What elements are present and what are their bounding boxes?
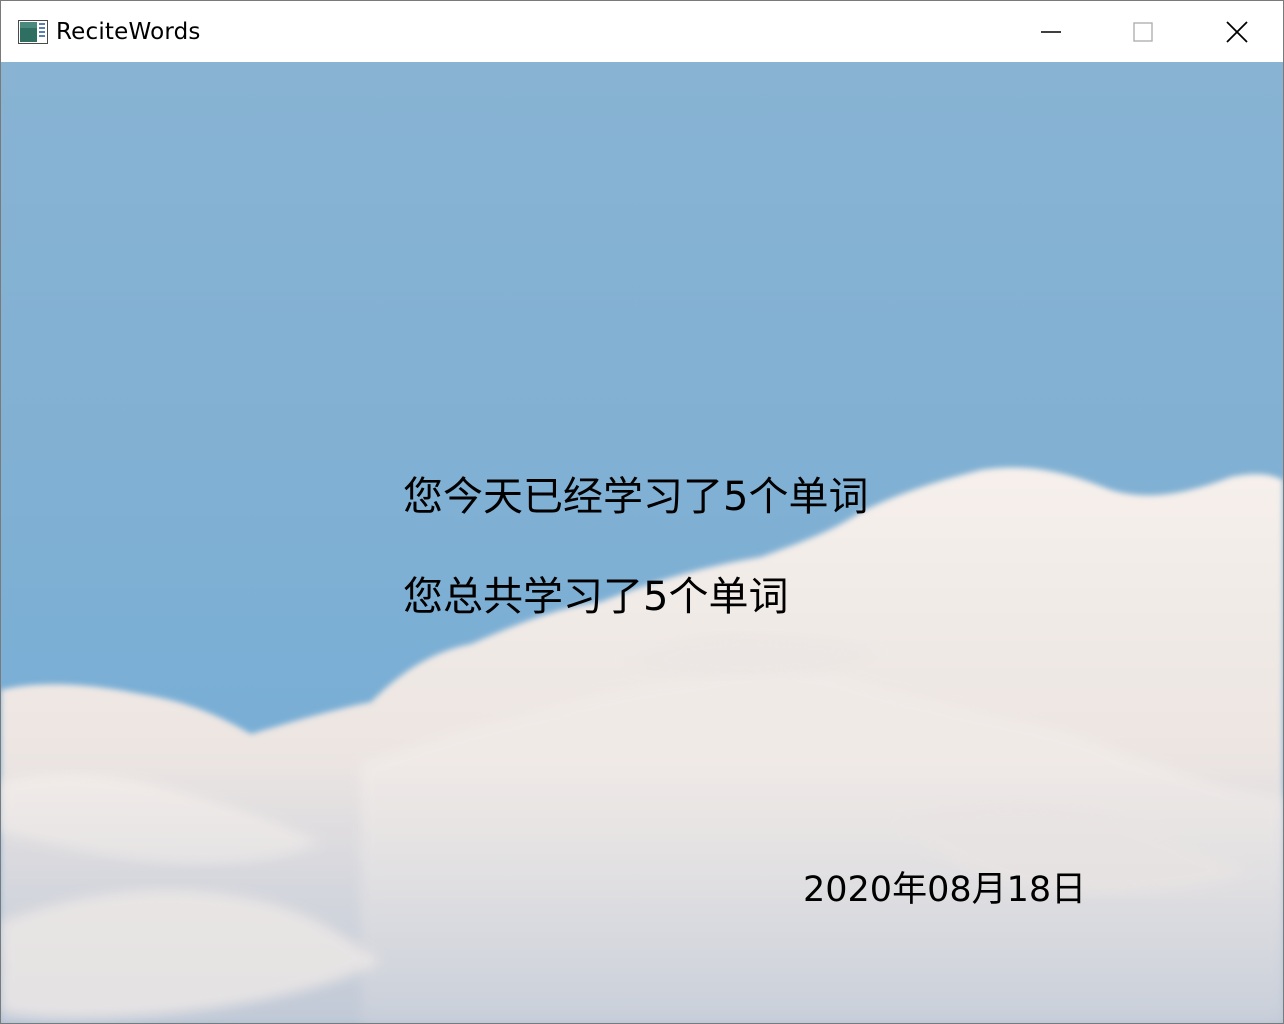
total-learned-text: 您总共学习了5个单词: [403, 574, 789, 620]
app-icon: [18, 20, 48, 44]
minimize-button[interactable]: [1005, 1, 1097, 62]
maximize-icon: [1133, 21, 1153, 42]
title-bar[interactable]: ReciteWords: [1, 1, 1283, 62]
current-date-text: 2020年08月18日: [803, 870, 1087, 910]
recite-words-window: ReciteWords 您今天已经学习了5个单词 您总共学习了5个单词 2020…: [0, 0, 1284, 1024]
today-learned-text: 您今天已经学习了5个单词: [403, 474, 869, 520]
main-panel: 您今天已经学习了5个单词 您总共学习了5个单词 2020年08月18日: [1, 62, 1283, 1023]
close-icon: [1226, 20, 1248, 43]
minimize-icon: [1041, 30, 1061, 33]
close-button[interactable]: [1191, 1, 1283, 62]
sky-background-image: [1, 62, 1283, 1023]
window-title: ReciteWords: [56, 19, 201, 45]
maximize-button[interactable]: [1097, 1, 1189, 62]
